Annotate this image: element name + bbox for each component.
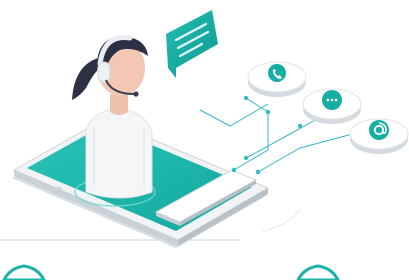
node-6 xyxy=(231,167,237,173)
node-4 xyxy=(243,155,249,161)
node-1 xyxy=(243,95,249,101)
illustration-canvas xyxy=(0,10,409,280)
chat-dot-3 xyxy=(334,98,338,102)
channel-phone xyxy=(247,61,307,97)
message-bubble xyxy=(166,10,218,78)
headset-earpiece xyxy=(97,61,111,83)
channel-chat xyxy=(302,88,362,124)
chat-dot-2 xyxy=(330,98,334,102)
node-5 xyxy=(255,169,261,175)
node-3 xyxy=(297,123,303,129)
bottom-circle-left xyxy=(2,264,46,280)
channel-email xyxy=(349,118,409,154)
phone-icon xyxy=(268,64,286,82)
phone-home-button xyxy=(54,186,62,192)
customer-support-illustration xyxy=(0,0,409,280)
line-upper xyxy=(199,103,269,127)
headset-mic xyxy=(133,91,139,97)
chat-dot-1 xyxy=(326,98,330,102)
node-2 xyxy=(265,109,271,115)
agent-shirt xyxy=(85,107,153,199)
line-to-email xyxy=(257,131,361,173)
agent-neck xyxy=(110,94,128,115)
floor-line-right xyxy=(261,209,301,233)
bottom-circle-right xyxy=(296,264,340,280)
message-bubble-shape xyxy=(166,10,218,78)
